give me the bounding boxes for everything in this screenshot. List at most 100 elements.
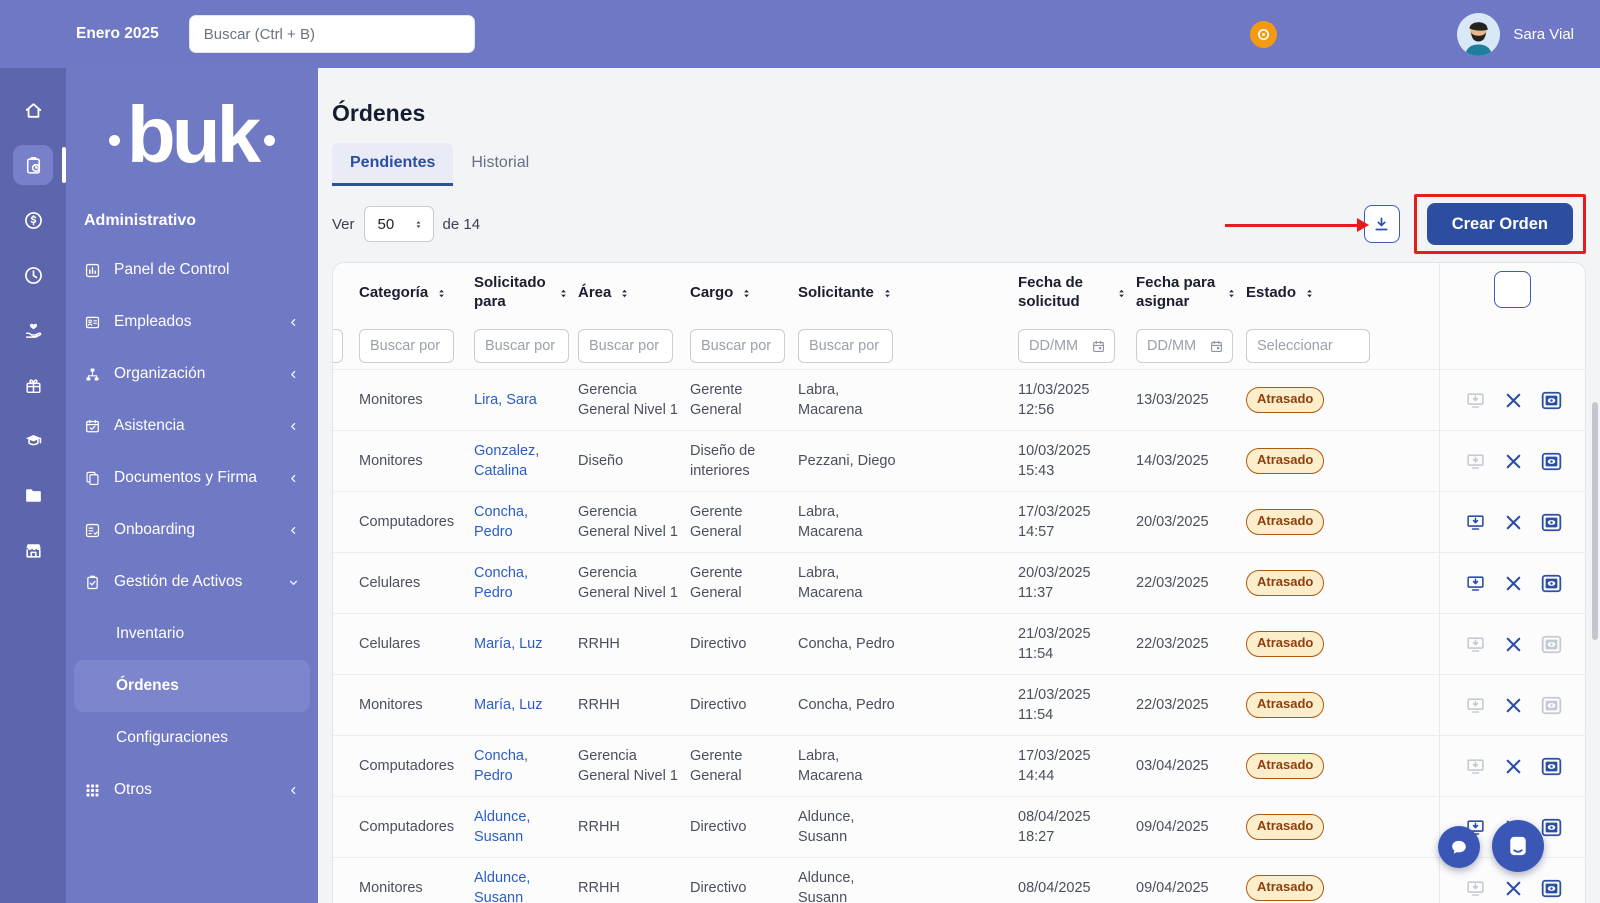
solicitado-para-link[interactable]: Gonzalez, Catalina [474,443,539,479]
sidebar-item[interactable]: Empleados [74,296,310,348]
solicitado-para-link[interactable]: Lira, Sara [474,392,537,408]
tab-pendientes[interactable]: Pendientes [332,143,453,186]
eye-icon [1541,817,1562,838]
checklist-icon [84,522,101,539]
sidebar-item[interactable]: Documentos y Firma [74,452,310,504]
column-header[interactable]: Solicitado para [474,274,578,312]
scrollbar-thumb[interactable] [1592,402,1598,640]
sidebar-item[interactable]: Otros [74,764,310,816]
assign-download-button[interactable] [1465,573,1486,594]
view-order-button[interactable] [1541,451,1562,472]
search-input[interactable] [202,25,462,44]
rail-item-money[interactable] [13,200,53,240]
table-head-actions [1439,263,1585,369]
cell-categoria: Monitores [359,695,474,715]
view-order-button[interactable] [1541,878,1562,899]
avatar[interactable] [1457,13,1500,56]
sort-icon [557,287,570,300]
column-header[interactable]: Solicitante [798,284,914,303]
column-header[interactable]: Fecha para asignar [1136,274,1246,312]
grid-icon [84,782,101,799]
period-selector[interactable]: Enero 2025 [66,25,159,43]
cancel-order-button[interactable] [1503,451,1524,472]
filter-input[interactable] [690,329,785,363]
solicitado-para-link[interactable]: Aldunce, Susann [474,809,530,845]
filter-input[interactable] [578,329,673,363]
clipped-filter-input[interactable] [332,329,343,363]
column-label: Cargo [690,284,733,303]
status-filter-select[interactable]: Seleccionar [1246,329,1370,363]
cancel-order-button[interactable] [1503,878,1524,899]
column-header[interactable]: Cargo [690,284,798,303]
date-filter[interactable]: DD/MM [1018,329,1115,363]
view-order-button[interactable] [1541,817,1562,838]
sidebar-subitem[interactable]: Órdenes [74,660,310,712]
rail-item-folder[interactable] [13,475,53,515]
cancel-order-button[interactable] [1503,512,1524,533]
money-icon [23,210,44,231]
sidebar-item[interactable]: Organización [74,348,310,400]
rail-item-store[interactable] [13,530,53,570]
solicitado-para-link[interactable]: Concha, Pedro [474,748,528,784]
chevron-left-icon [287,524,300,537]
filter-input[interactable] [798,329,893,363]
column-header[interactable]: Área [578,284,690,303]
solicitado-para-link[interactable]: Concha, Pedro [474,565,528,601]
cancel-order-button[interactable] [1503,573,1524,594]
rail-item-gift[interactable] [13,365,53,405]
sidebar-item[interactable]: Asistencia [74,400,310,452]
filter-input[interactable] [474,329,569,363]
table-row: MonitoresGonzalez, CatalinaDiseñoDiseño … [333,430,1585,491]
assign-download-button[interactable] [1465,512,1486,533]
download-button[interactable] [1364,205,1400,243]
column-settings-button[interactable] [1494,271,1531,308]
column-header[interactable]: Estado [1246,284,1439,303]
date-filter[interactable]: DD/MM [1136,329,1233,363]
cell-solicitante: Concha, Pedro [798,695,914,715]
rail-item-hand-heart[interactable] [13,310,53,350]
sidebar-item[interactable]: Onboarding [74,504,310,556]
create-order-button[interactable]: Crear Orden [1427,203,1573,245]
view-order-button[interactable] [1541,390,1562,411]
sidebar-item[interactable]: Gestión de Activos [74,556,310,608]
notifications-hub-button[interactable] [1250,21,1277,48]
x-icon [1503,390,1524,411]
solicitado-para-link[interactable]: María, Luz [474,697,543,713]
rail-item-clipboard-clock[interactable] [13,145,53,185]
rail-item-graduation[interactable] [13,420,53,460]
rail-item-home[interactable] [13,90,53,130]
sidebar-subitem[interactable]: Configuraciones [74,712,310,764]
view-order-button[interactable] [1541,756,1562,777]
rail-item-clock[interactable] [13,255,53,295]
logo-text: buk [127,95,257,175]
cell-area: Gerencia General Nivel 1 [578,563,690,604]
sort-icon [435,287,448,300]
row-actions [1439,553,1586,613]
cancel-order-button[interactable] [1503,756,1524,777]
sidebar-item[interactable]: Panel de Control [74,244,310,296]
assign-download-button [1465,695,1486,716]
cell-solicitante: Concha, Pedro [798,634,914,654]
view-order-button[interactable] [1541,512,1562,533]
logo-dot-right [264,135,275,146]
tab-historial[interactable]: Historial [453,143,547,186]
cancel-order-button[interactable] [1503,695,1524,716]
sidebar-subitem[interactable]: Inventario [74,608,310,660]
column-header[interactable]: Fecha de solicitud [1018,274,1136,312]
solicitado-para-link[interactable]: María, Luz [474,636,543,652]
filter-input[interactable] [359,329,454,363]
table-row: ComputadoresAldunce, SusannRRHHDirectivo… [333,796,1585,857]
download-device-icon [1465,878,1486,899]
chat-button[interactable] [1438,826,1480,868]
help-chat-button[interactable] [1492,820,1544,872]
view-order-button[interactable] [1541,573,1562,594]
column-header[interactable]: Categoría [359,284,474,303]
cell-categoria: Monitores [359,451,474,471]
page-size-select[interactable]: 50 [364,206,434,242]
column-label: Fecha de solicitud [1018,274,1108,312]
x-icon [1503,573,1524,594]
cancel-order-button[interactable] [1503,390,1524,411]
solicitado-para-link[interactable]: Concha, Pedro [474,504,528,540]
solicitado-para-link[interactable]: Aldunce, Susann [474,870,530,903]
cancel-order-button[interactable] [1503,634,1524,655]
